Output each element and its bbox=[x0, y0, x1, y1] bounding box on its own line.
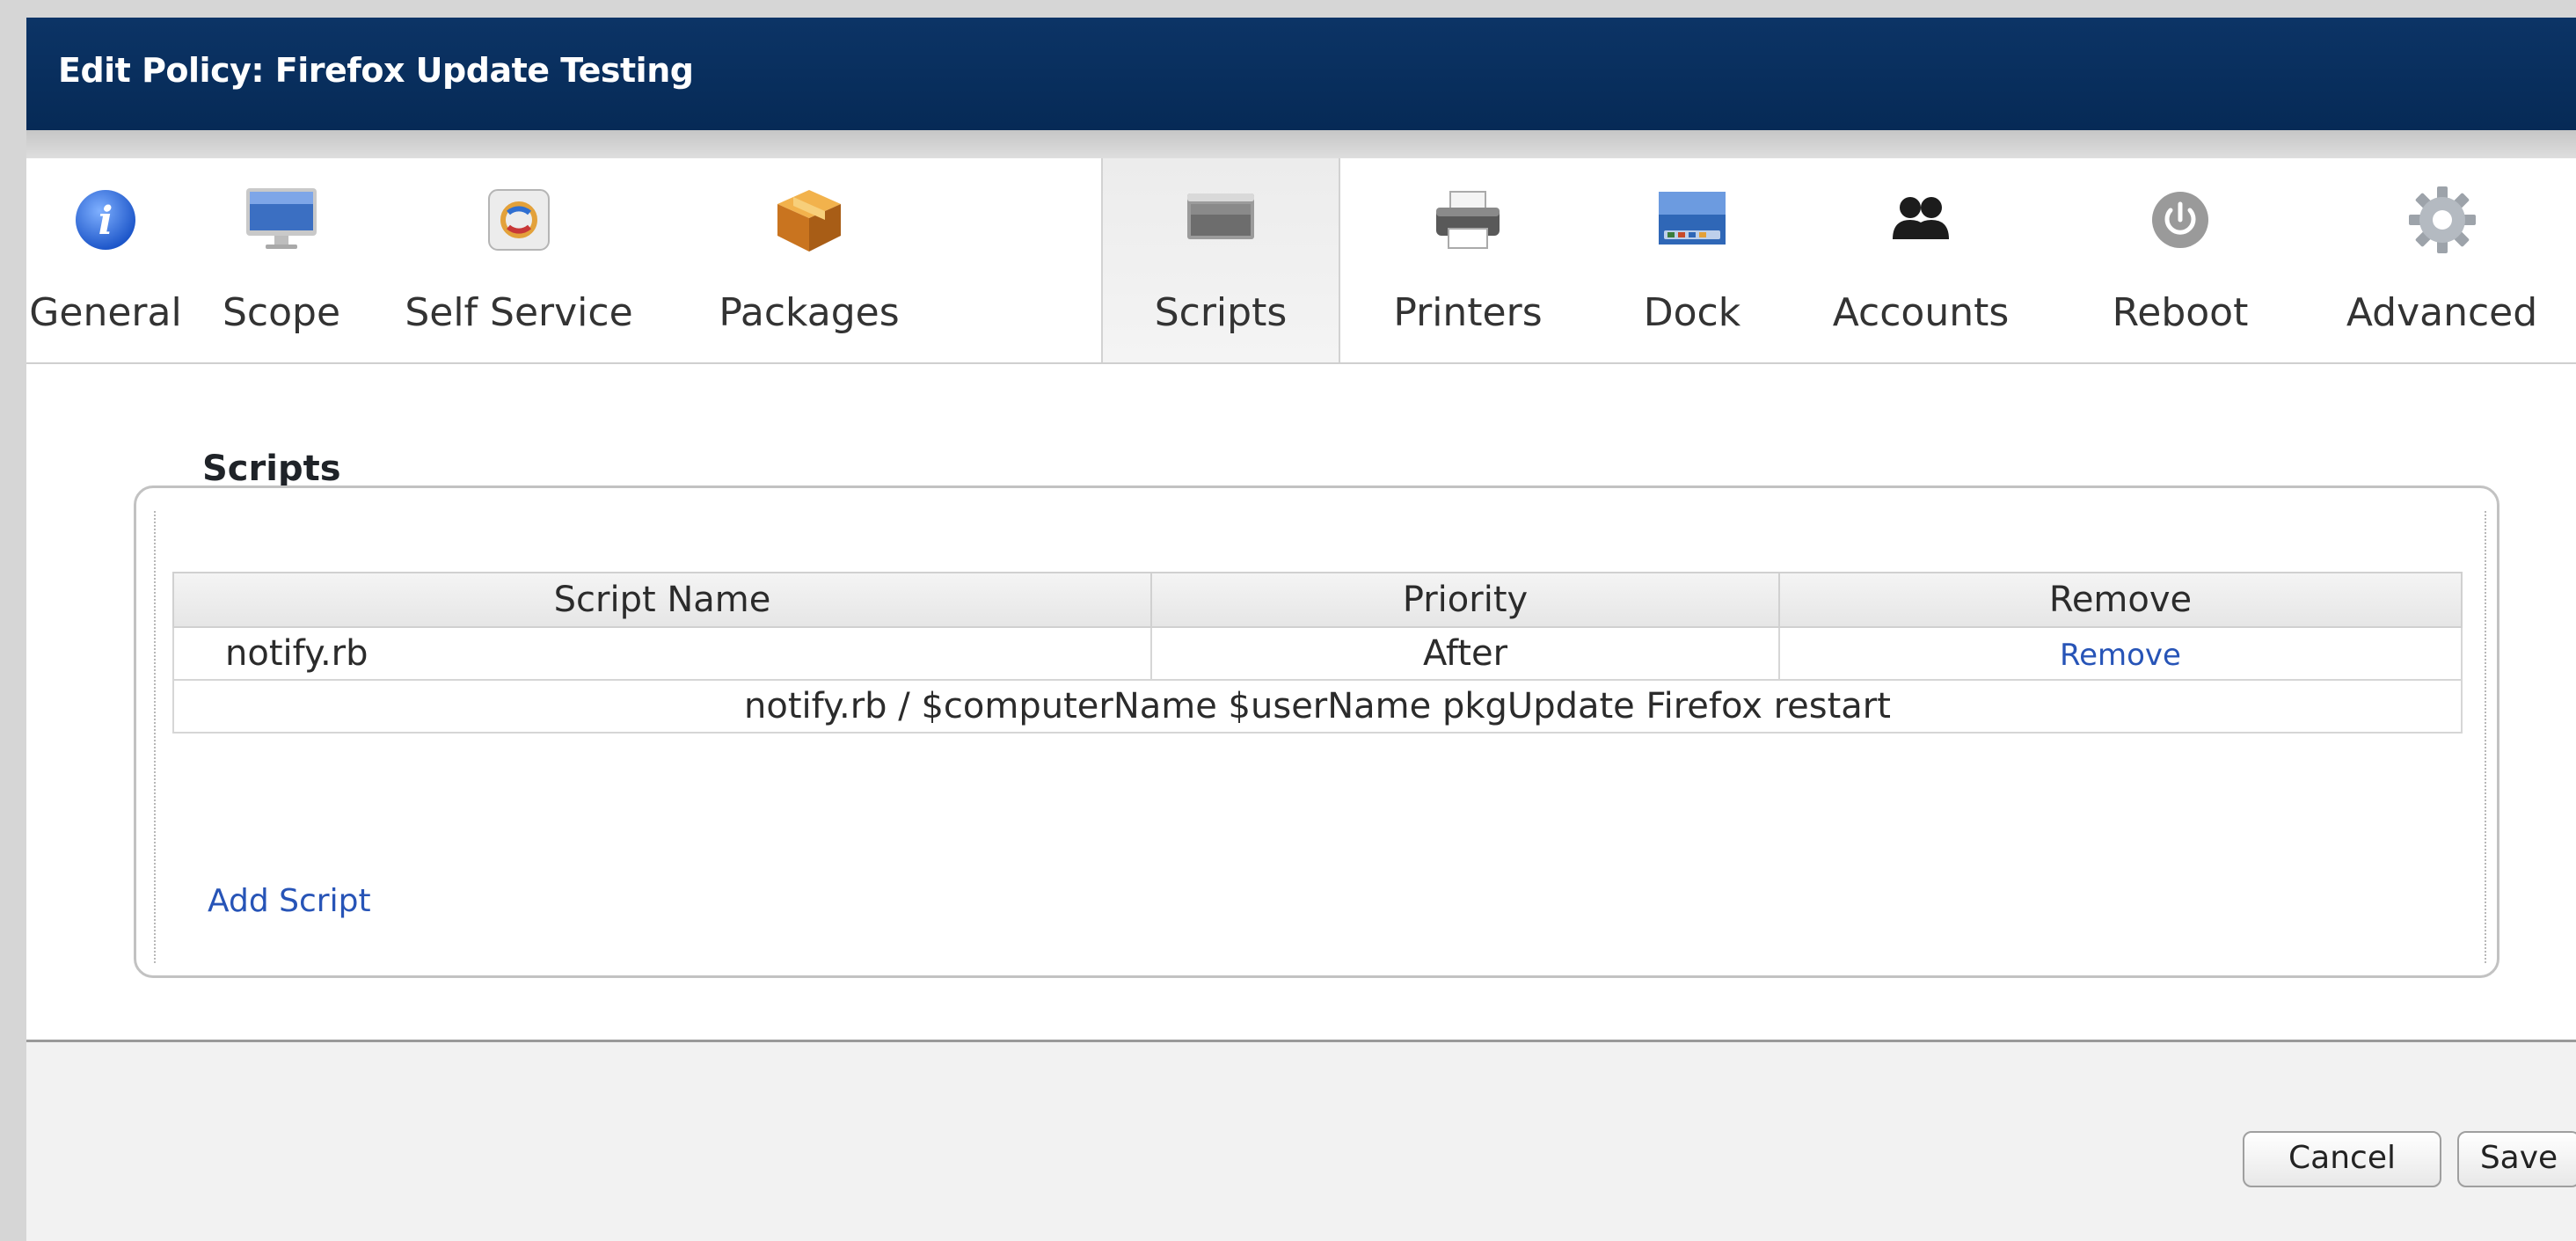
script-icon bbox=[1184, 181, 1258, 255]
tab-dock[interactable]: Dock bbox=[1595, 158, 1789, 362]
column-header-script-name: Script Name bbox=[172, 572, 1152, 628]
tab-packages[interactable]: Packages bbox=[660, 158, 959, 362]
title-separator bbox=[26, 130, 2576, 158]
table-header-row: Script Name Priority Remove bbox=[172, 572, 2463, 628]
printer-icon bbox=[1431, 181, 1505, 255]
tab-label: Printers bbox=[1393, 290, 1543, 335]
column-header-remove: Remove bbox=[1778, 572, 2463, 628]
remove-cell: Remove bbox=[1778, 626, 2463, 681]
scripts-table: Script Name Priority Remove notify.rb Af… bbox=[172, 572, 2463, 734]
cancel-button[interactable]: Cancel bbox=[2243, 1131, 2441, 1187]
page-title: Edit Policy: Firefox Update Testing bbox=[58, 51, 694, 90]
dock-icon bbox=[1655, 181, 1729, 255]
tab-advanced[interactable]: Advanced bbox=[2308, 158, 2576, 362]
tab-scripts[interactable]: Scripts bbox=[1101, 158, 1340, 362]
footer-bar bbox=[26, 1040, 2576, 1241]
imac-icon bbox=[244, 181, 318, 255]
edit-policy-window: Edit Policy: Firefox Update Testing i Ge… bbox=[26, 18, 2576, 1241]
tab-reboot[interactable]: Reboot bbox=[2053, 158, 2308, 362]
tab-printers[interactable]: Printers bbox=[1340, 158, 1595, 362]
table-row: notify.rb After Remove bbox=[172, 626, 2463, 681]
column-header-priority: Priority bbox=[1150, 572, 1780, 628]
tab-label: Packages bbox=[719, 290, 900, 335]
tab-general[interactable]: i General bbox=[26, 158, 185, 362]
tab-label: Reboot bbox=[2112, 290, 2249, 335]
power-icon bbox=[2143, 181, 2217, 255]
tab-self-service[interactable]: Self Service bbox=[378, 158, 660, 362]
info-icon: i bbox=[69, 181, 142, 255]
accounts-icon bbox=[1884, 181, 1958, 255]
svg-text:i: i bbox=[99, 199, 113, 244]
tab-label: General bbox=[29, 290, 182, 335]
script-detail-row: notify.rb / $computerName $userName pkgU… bbox=[172, 679, 2463, 734]
title-bar: Edit Policy: Firefox Update Testing bbox=[26, 18, 2576, 130]
tab-label: Accounts bbox=[1832, 290, 2010, 335]
tab-scope[interactable]: Scope bbox=[185, 158, 378, 362]
scripts-section-title: Scripts bbox=[202, 449, 341, 489]
policy-tab-bar: i General Scope Self Service Packages Sc… bbox=[26, 158, 2576, 364]
script-name-cell: notify.rb bbox=[172, 626, 1152, 681]
self-service-icon bbox=[482, 181, 556, 255]
remove-link[interactable]: Remove bbox=[2060, 638, 2181, 673]
tab-label: Dock bbox=[1643, 290, 1741, 335]
save-button[interactable]: Save bbox=[2457, 1131, 2576, 1187]
package-icon bbox=[772, 181, 846, 255]
tab-label: Scope bbox=[222, 290, 341, 335]
tab-label: Advanced bbox=[2346, 290, 2538, 335]
tab-accounts[interactable]: Accounts bbox=[1789, 158, 2053, 362]
tab-label: Self Service bbox=[405, 290, 633, 335]
gear-icon bbox=[2405, 181, 2479, 255]
tab-label: Scripts bbox=[1154, 290, 1288, 335]
priority-cell: After bbox=[1150, 626, 1780, 681]
add-script-link[interactable]: Add Script bbox=[208, 883, 371, 919]
script-parameters: notify.rb / $computerName $userName pkgU… bbox=[172, 679, 2463, 734]
